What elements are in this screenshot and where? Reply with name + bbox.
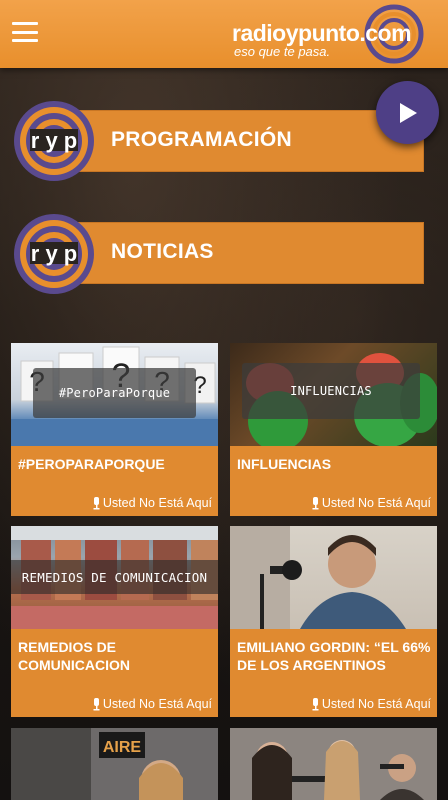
- card-title: EMILIANO GORDIN: “EL 66% DE LOS ARGENTIN…: [237, 639, 431, 673]
- card-emiliano-gordin[interactable]: EMILIANO GORDIN: “EL 66% DE LOS ARGENTIN…: [230, 526, 437, 717]
- program-name: Usted No Está Aquí: [321, 496, 431, 510]
- play-button[interactable]: [376, 81, 439, 144]
- section-label: PROGRAMACIÓN: [111, 128, 292, 151]
- card-remedios[interactable]: REMEDIOS DE COMUNICACION REMEDIOS DE COM…: [11, 526, 218, 717]
- studio-guests-illustration: [230, 728, 437, 800]
- thumbnail-caption: REMEDIOS DE COMUNICACION: [11, 560, 218, 594]
- card-aire[interactable]: AIRE: [11, 728, 218, 800]
- thumbnail-caption: #PeroParaPorque: [33, 368, 196, 418]
- studio-guest-illustration: [230, 526, 406, 629]
- program-name: Usted No Está Aquí: [321, 697, 431, 711]
- logo-tagline: eso que te pasa.: [234, 44, 331, 59]
- svg-text:r y p: r y p: [31, 128, 77, 153]
- studio-host-illustration: AIRE: [11, 728, 218, 800]
- card-title: #PEROPARAPORQUE: [18, 456, 165, 472]
- microphone-icon: [312, 697, 319, 710]
- section-programacion[interactable]: PROGRAMACIÓN: [52, 110, 424, 172]
- card-title: REMEDIOS DE COMUNICACION: [18, 639, 130, 673]
- app-logo[interactable]: radioypunto.com eso que te pasa.: [230, 4, 430, 64]
- play-icon: [399, 102, 417, 123]
- card-studio-guests[interactable]: [230, 728, 437, 800]
- card-thumbnail: AIRE: [11, 728, 218, 800]
- menu-icon[interactable]: [12, 22, 38, 42]
- card-meta: Usted No Está Aquí: [92, 496, 212, 510]
- aire-sign: AIRE: [103, 739, 142, 756]
- card-influencias[interactable]: INFLUENCIAS INFLUENCIAS Usted No Está Aq…: [230, 343, 437, 516]
- card-meta: Usted No Está Aquí: [311, 697, 431, 711]
- program-name: Usted No Está Aquí: [102, 496, 212, 510]
- card-thumbnail: [230, 728, 437, 800]
- card-meta: Usted No Está Aquí: [311, 496, 431, 510]
- card-thumbnail: [230, 526, 437, 629]
- microphone-icon: [93, 496, 100, 509]
- card-meta: Usted No Está Aquí: [92, 697, 212, 711]
- card-thumbnail: REMEDIOS DE COMUNICACION: [11, 526, 218, 629]
- program-name: Usted No Está Aquí: [102, 697, 212, 711]
- app-header: radioypunto.com eso que te pasa.: [0, 0, 448, 68]
- microphone-icon: [93, 697, 100, 710]
- card-thumbnail: ? ? ? ? #PeroParaPorque: [11, 343, 218, 446]
- card-peroparaporque[interactable]: ? ? ? ? #PeroParaPorque #PEROPARAPORQUE …: [11, 343, 218, 516]
- logo-wordmark: radioypunto.com: [232, 20, 412, 46]
- ryp-badge-icon: r y p: [14, 101, 94, 181]
- card-title: INFLUENCIAS: [237, 456, 332, 472]
- ryp-badge-icon: r y p: [14, 214, 94, 294]
- svg-text:r y p: r y p: [31, 241, 77, 266]
- card-thumbnail: INFLUENCIAS: [230, 343, 437, 446]
- section-label: NOTICIAS: [111, 240, 214, 263]
- section-noticias[interactable]: NOTICIAS: [52, 222, 424, 284]
- microphone-icon: [312, 496, 319, 509]
- thumbnail-caption: INFLUENCIAS: [242, 363, 420, 419]
